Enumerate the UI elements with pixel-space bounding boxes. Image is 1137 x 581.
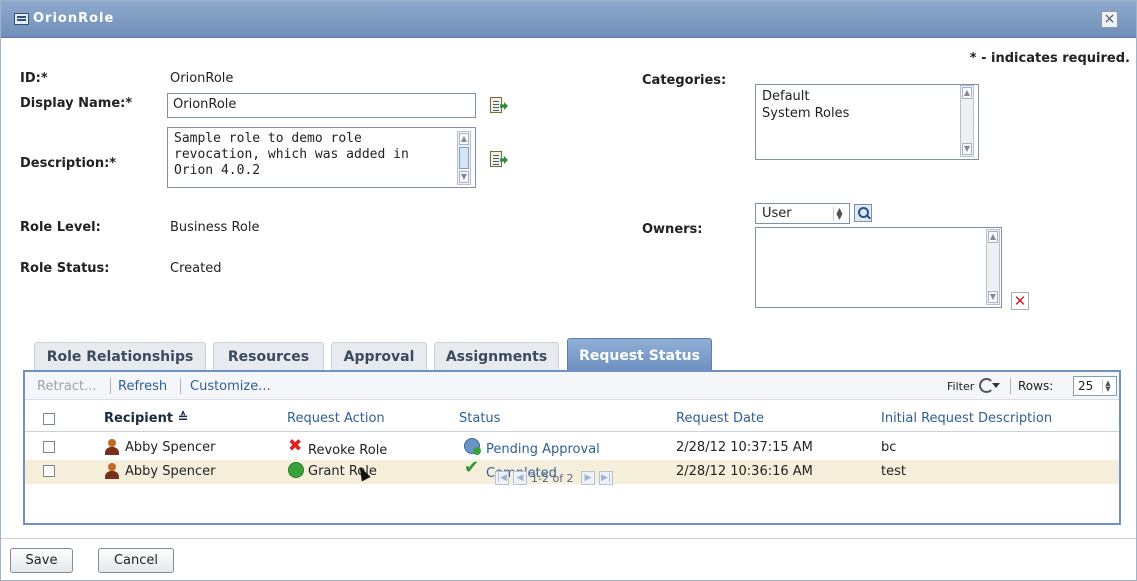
role-level-label: Role Level: [20, 220, 101, 235]
scroll-up-icon[interactable]: ▲ [988, 231, 998, 243]
rows-value: 25 [1078, 379, 1094, 393]
col-recipient[interactable]: Recipient ≙ [104, 411, 188, 426]
display-name-field[interactable]: OrionRole [167, 93, 476, 118]
description-field[interactable]: Sample role to demo role revocation, whi… [167, 127, 476, 188]
owners-list[interactable] [755, 227, 1002, 308]
tab-request-status[interactable]: Request Status [567, 338, 712, 371]
tab-role-relationships[interactable]: Role Relationships [34, 342, 206, 371]
save-button[interactable]: Save [10, 548, 73, 573]
role-icon [14, 13, 29, 25]
user-icon [105, 463, 119, 479]
description-label: Description:* [20, 156, 117, 171]
col-request-action[interactable]: Request Action [287, 411, 385, 426]
cancel-button[interactable]: Cancel [98, 548, 174, 573]
scroll-up-icon[interactable]: ▲ [459, 133, 469, 145]
close-button[interactable]: × [1101, 11, 1118, 28]
id-label: ID:* [20, 71, 48, 86]
retract-button[interactable]: Retract... [37, 379, 97, 394]
tab-assignments[interactable]: Assignments [434, 342, 559, 371]
remove-owner-icon[interactable]: ✕ [1011, 292, 1029, 310]
role-level-value: Business Role [170, 220, 260, 235]
completed-icon: ✔ [464, 457, 480, 478]
status-link[interactable]: Pending Approval [486, 442, 600, 457]
display-name-label: Display Name:* [20, 96, 133, 111]
request-date: 2/28/12 10:37:15 AM [676, 440, 813, 455]
scroll-down-icon[interactable]: ▼ [988, 291, 998, 303]
next-page-icon[interactable]: ▶ [581, 471, 595, 485]
table-row[interactable]: Abby Spencer ✖ Revoke Role Pending Appro… [25, 436, 1119, 460]
localize-description-icon[interactable] [490, 151, 508, 167]
table-toolbar: Retract... Refresh Customize... Filter R… [25, 372, 1119, 400]
search-owner-icon[interactable] [854, 204, 872, 222]
role-status-label: Role Status: [20, 261, 110, 276]
owner-type-value: User [762, 206, 792, 221]
scroll-down-icon[interactable]: ▼ [962, 143, 972, 155]
col-status[interactable]: Status [459, 411, 500, 426]
col-initial-request-description[interactable]: Initial Request Description [881, 411, 1052, 426]
rows-label: Rows: [1018, 379, 1054, 393]
category-item[interactable]: System Roles [762, 105, 972, 122]
request-status-panel: Retract... Refresh Customize... Filter R… [23, 370, 1121, 525]
filter-label: Filter [947, 380, 975, 393]
request-description: test [881, 464, 906, 479]
customize-button[interactable]: Customize... [190, 379, 271, 394]
request-date: 2/28/12 10:36:16 AM [676, 464, 813, 479]
table-header: Recipient ≙ Request Action Status Reques… [25, 404, 1119, 432]
prev-page-icon[interactable]: ◀ [513, 471, 527, 485]
scroll-down-icon[interactable]: ▼ [459, 171, 469, 183]
scroll-thumb[interactable] [459, 147, 469, 169]
categories-label: Categories: [642, 73, 727, 88]
category-item[interactable]: Default [762, 88, 972, 105]
role-status-value: Created [170, 261, 222, 276]
tab-resources[interactable]: Resources [213, 342, 324, 371]
row-checkbox[interactable] [43, 465, 55, 477]
recipient-name: Abby Spencer [125, 440, 216, 455]
categories-scrollbar[interactable]: ▲ ▼ [960, 85, 974, 157]
required-note: * - indicates required. [969, 51, 1130, 66]
user-icon [105, 439, 119, 455]
recipient-name: Abby Spencer [125, 464, 216, 479]
localize-display-name-icon[interactable] [490, 97, 508, 113]
page-range: 1-2 of 2 [531, 472, 574, 485]
select-arrows-icon: ▲ ▼ [833, 207, 845, 221]
select-arrows-icon: ▲ ▼ [1102, 379, 1113, 393]
rows-select[interactable]: 25 ▲ ▼ [1073, 376, 1117, 396]
col-request-date[interactable]: Request Date [676, 411, 764, 426]
first-page-icon[interactable]: |◀ [495, 471, 509, 485]
owner-type-select[interactable]: User ▲ ▼ [755, 203, 850, 224]
window-title: OrionRole [33, 11, 115, 26]
grant-icon [288, 462, 304, 478]
pending-icon [464, 438, 481, 455]
refresh-button[interactable]: Refresh [118, 379, 167, 394]
tab-approval[interactable]: Approval [331, 342, 427, 371]
id-value: OrionRole [170, 71, 234, 86]
owners-scrollbar[interactable]: ▲ ▼ [986, 229, 1000, 305]
select-all-checkbox[interactable] [43, 413, 55, 425]
scroll-up-icon[interactable]: ▲ [962, 87, 972, 99]
role-dialog: OrionRole × * - indicates required. ID:*… [0, 0, 1137, 581]
row-checkbox[interactable] [43, 441, 55, 453]
revoke-icon: ✖ [288, 436, 303, 456]
request-description: bc [881, 440, 897, 455]
request-action: Revoke Role [308, 443, 388, 458]
title-bar: OrionRole × [1, 1, 1136, 38]
owners-label: Owners: [642, 222, 703, 237]
categories-list[interactable]: Default System Roles [755, 84, 979, 160]
last-page-icon[interactable]: ▶| [599, 471, 613, 485]
description-scrollbar[interactable]: ▲ ▼ [457, 131, 471, 185]
filter-icon[interactable] [979, 377, 1000, 393]
